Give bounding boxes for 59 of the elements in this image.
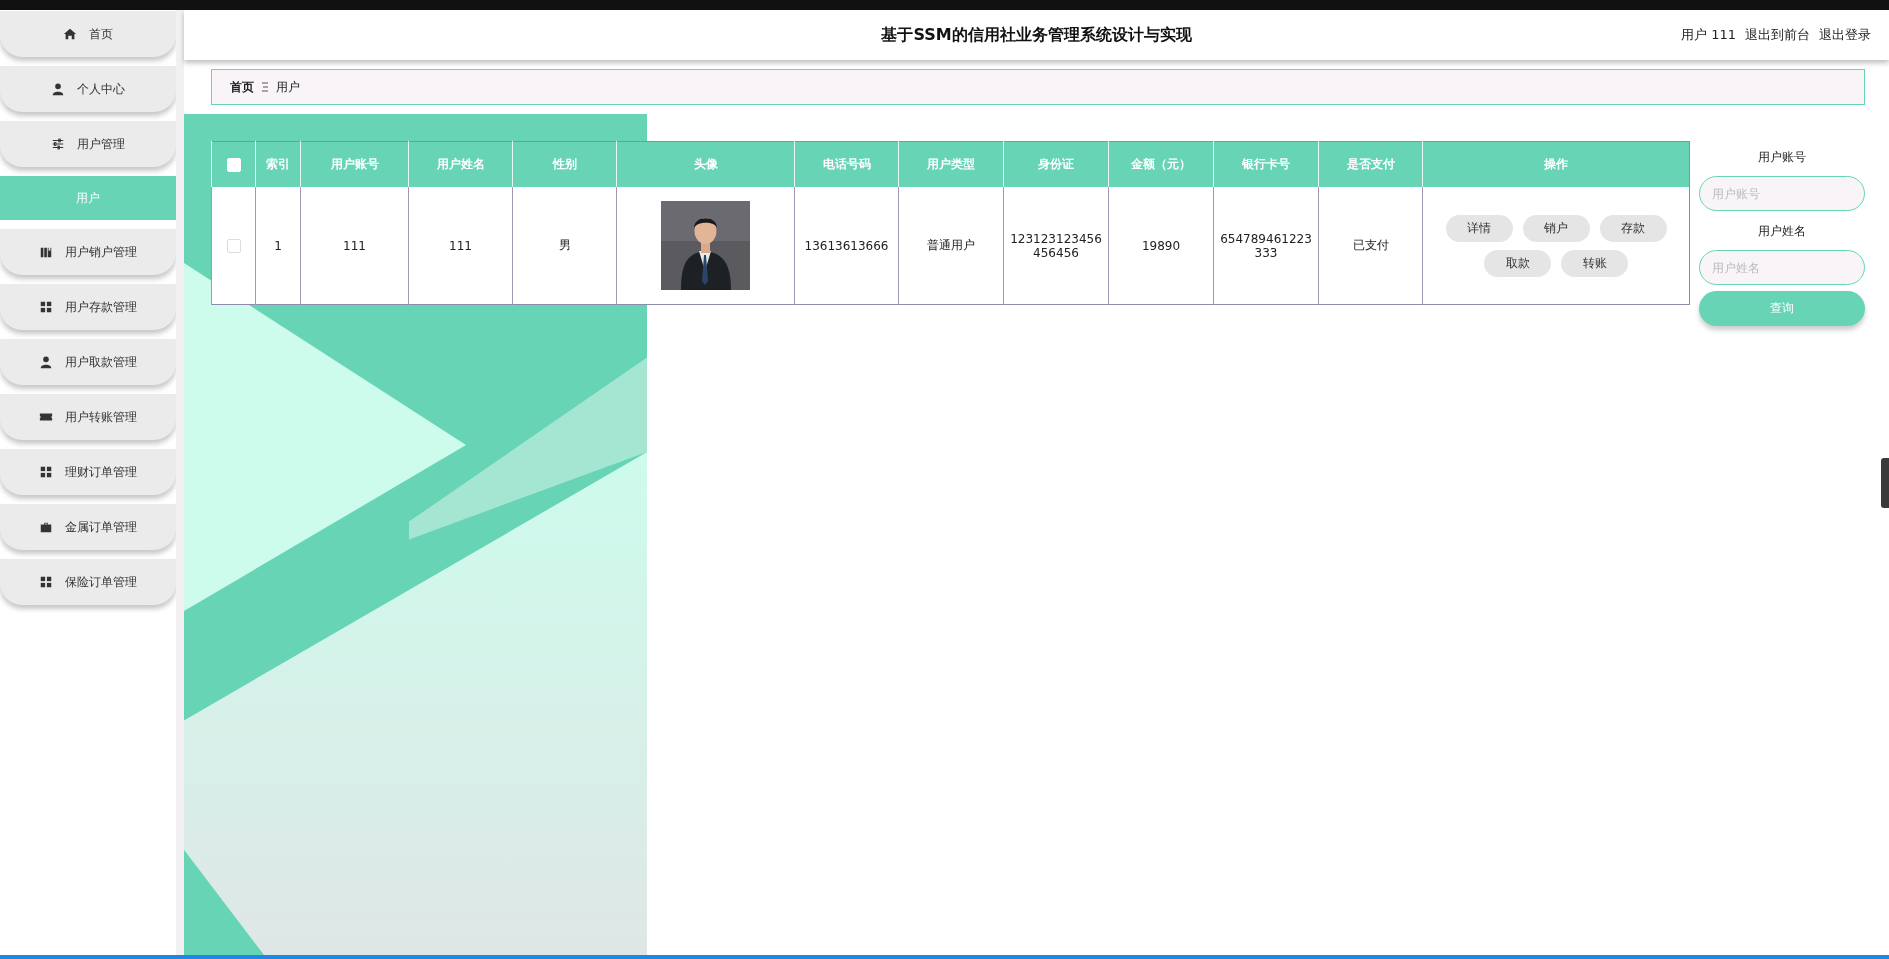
table-cell-text: 123123123456456456 bbox=[1009, 231, 1103, 260]
field-label: 用户姓名 bbox=[1758, 223, 1806, 240]
field-label: 用户账号 bbox=[1758, 149, 1806, 166]
table-cell: 111 bbox=[343, 238, 366, 253]
column-header: 用户账号 bbox=[300, 141, 409, 187]
header-link[interactable]: 退出到前台 bbox=[1745, 26, 1810, 44]
column-header: 金额（元） bbox=[1108, 141, 1214, 187]
user-label: 用户 111 bbox=[1681, 26, 1736, 44]
sliders-icon bbox=[51, 137, 65, 151]
sidebar-item[interactable]: 用户取款管理 bbox=[0, 339, 176, 385]
action-button[interactable]: 取款 bbox=[1484, 249, 1551, 277]
table-cell: 13613613666 bbox=[804, 238, 889, 253]
table-cell: 已支付 bbox=[1352, 237, 1389, 254]
column-header: 用户类型 bbox=[898, 141, 1004, 187]
person-icon bbox=[51, 82, 65, 96]
row-checkbox[interactable] bbox=[226, 238, 241, 253]
action-button[interactable]: 存款 bbox=[1599, 214, 1667, 242]
table-cell-text: 654789461223333 bbox=[1219, 231, 1313, 260]
sidebar-item[interactable]: 用户存款管理 bbox=[0, 284, 176, 330]
grid-icon bbox=[39, 465, 53, 479]
action-button[interactable]: 详情 bbox=[1445, 214, 1513, 242]
column-header: 头像 bbox=[616, 141, 795, 187]
grid-icon bbox=[39, 575, 53, 589]
sidebar-item[interactable]: 理财订单管理 bbox=[0, 449, 176, 495]
book-icon bbox=[39, 245, 53, 259]
table-cell: 男 bbox=[558, 237, 571, 254]
table-cell: 1 bbox=[274, 238, 282, 253]
column-header: 电话号码 bbox=[794, 141, 899, 187]
breadcrumb-item[interactable]: 首页 bbox=[230, 78, 254, 96]
page-title: 基于SSM的信用社业务管理系统设计与实现 bbox=[881, 24, 1192, 46]
sidebar-item[interactable]: 保险订单管理 bbox=[0, 559, 176, 605]
sidebar-item[interactable]: 首页 bbox=[0, 11, 176, 57]
grid-icon bbox=[39, 300, 53, 314]
column-header: 用户姓名 bbox=[408, 141, 513, 187]
sidebar-item[interactable]: 用户管理 bbox=[0, 121, 176, 167]
column-header: 身份证 bbox=[1003, 141, 1109, 187]
separator-icon bbox=[262, 82, 268, 92]
search-field[interactable]: 用户账号 bbox=[1699, 176, 1865, 211]
scrollbar-thumb[interactable] bbox=[1881, 458, 1889, 508]
sidebar-item[interactable]: 用户转账管理 bbox=[0, 394, 176, 440]
person-icon bbox=[39, 355, 53, 369]
table-cell: 普通用户 bbox=[927, 237, 975, 254]
column-header: 性别 bbox=[512, 141, 617, 187]
column-header: 是否支付 bbox=[1318, 141, 1423, 187]
breadcrumb-item: 用户 bbox=[276, 78, 300, 96]
sidebar-item[interactable]: 金属订单管理 bbox=[0, 504, 176, 550]
action-button[interactable]: 销户 bbox=[1522, 214, 1590, 242]
column-header: 操作 bbox=[1422, 141, 1690, 187]
select-all-checkbox[interactable] bbox=[226, 157, 241, 172]
header-link[interactable]: 退出登录 bbox=[1819, 26, 1871, 44]
table-cell: 19890 bbox=[1141, 238, 1181, 253]
action-button[interactable]: 转账 bbox=[1561, 249, 1628, 277]
sidebar-item[interactable]: 用户销户管理 bbox=[0, 229, 176, 275]
column-header: 索引 bbox=[255, 141, 301, 187]
briefcase-icon bbox=[39, 520, 53, 534]
home-icon bbox=[63, 27, 77, 41]
sidebar-item[interactable]: 个人中心 bbox=[0, 66, 176, 112]
column-header: 银行卡号 bbox=[1213, 141, 1319, 187]
table-cell: 111 bbox=[449, 238, 472, 253]
